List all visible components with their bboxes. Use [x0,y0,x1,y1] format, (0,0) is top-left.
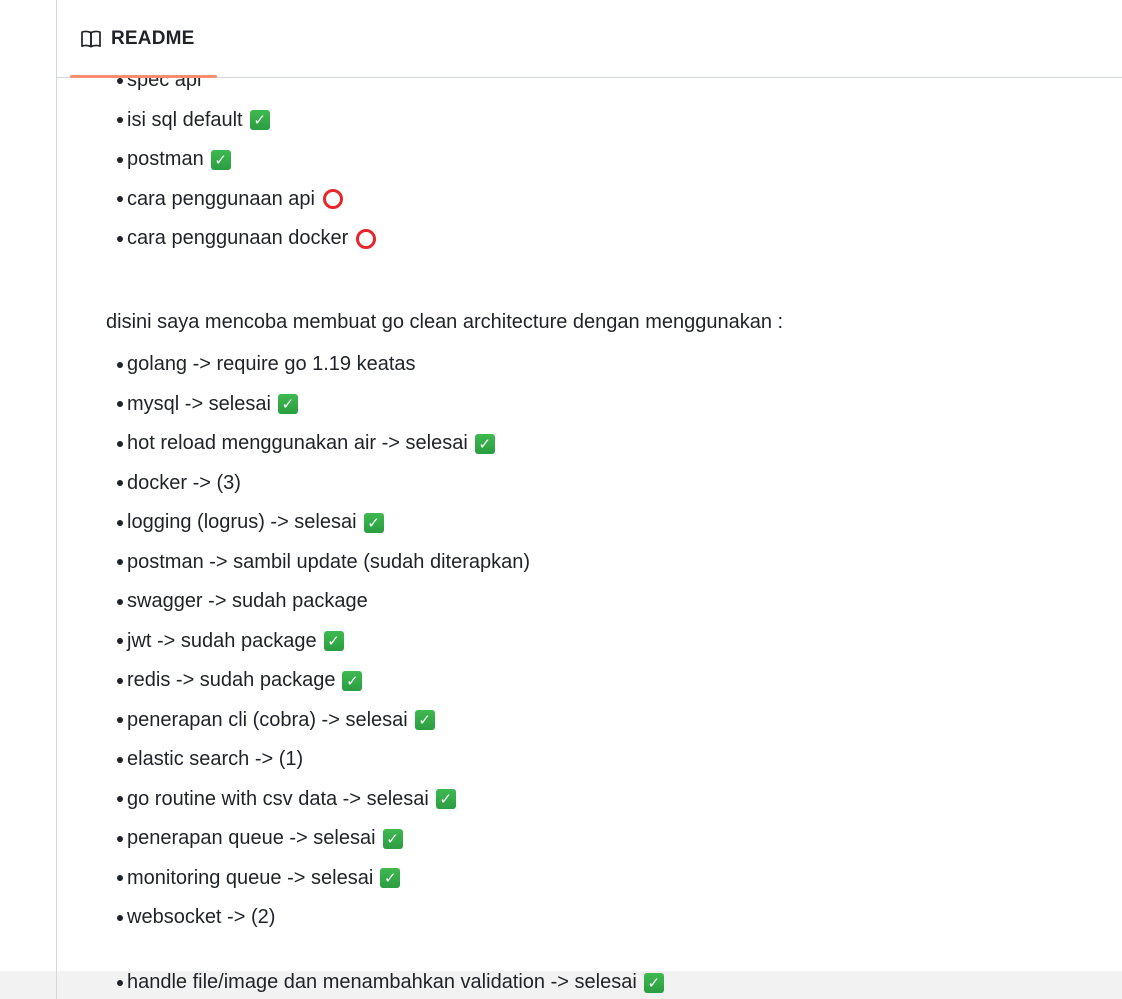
list-item-text: redis -> sudah package [127,669,336,692]
list-item-text: golang -> require go 1.19 keatas [127,353,416,376]
list-item-text: handle file/image dan menambahkan valida… [127,971,637,994]
list-item: golang -> require go 1.19 keatas [116,345,530,385]
book-icon [81,30,101,48]
list-item-text: penerapan queue -> selesai [127,827,376,850]
white-heavy-check-mark-icon: ✓ [643,972,664,993]
list-item-text: postman [127,148,204,171]
list-item: handle file/image dan menambahkan valida… [117,963,664,999]
white-heavy-check-mark-icon: ✓ [435,789,456,810]
list-item: monitoring queue -> selesai ✓ [116,859,530,899]
active-tab-underline [70,75,217,78]
list-item-text: cara penggunaan docker [127,227,349,250]
list-item: elastic search -> (1) [116,740,530,780]
list-item: penerapan queue -> selesai ✓ [116,819,530,859]
white-heavy-check-mark-icon: ✓ [210,149,231,170]
list-item: docker -> (3) [116,464,530,504]
white-heavy-check-mark-icon: ✓ [382,828,403,849]
list-item-text: docker -> (3) [127,471,241,494]
list-item-text: jwt -> sudah package [127,629,317,652]
list-item: websocket -> (2) [116,898,530,938]
list-item: cara penggunaan api [116,180,376,220]
list-item: penerapan cli (cobra) -> selesai ✓ [116,701,530,741]
list-item-text: penerapan cli (cobra) -> selesai [127,708,408,731]
list-item: swagger -> sudah package [116,582,530,622]
readme-page: README spec api isi sql default ✓ postman ✓ c… [0,0,1122,999]
intro-paragraph: disini saya mencoba membuat go clean arc… [106,311,784,333]
white-heavy-check-mark-icon: ✓ [414,710,435,731]
list-item-text: hot reload menggunakan air -> selesai [127,432,468,455]
white-heavy-check-mark-icon: ✓ [363,512,384,533]
list-item: logging (logrus) -> selesai ✓ [116,503,530,543]
readme-tab[interactable]: README [70,0,217,78]
list-item: postman -> sambil update (sudah diterapk… [116,543,531,583]
list-item-text: isi sql default [127,108,243,131]
white-heavy-check-mark-icon: ✓ [342,670,363,691]
list-item: mysql -> selesai ✓ [116,385,530,425]
list-item-text: go routine with csv data -> selesai [127,787,429,810]
list-item-text: postman -> sambil update (sudah diterapk… [127,550,531,573]
list-item-text: cara penggunaan api [127,187,315,210]
list-item: isi sql default ✓ [116,101,376,141]
white-heavy-check-mark-icon: ✓ [249,110,270,131]
list-item-text: elastic search -> (1) [127,748,304,771]
list-item: jwt -> sudah package ✓ [116,622,530,662]
red-hollow-circle-icon [322,189,343,210]
list-item: postman ✓ [116,140,376,180]
white-heavy-check-mark-icon: ✓ [323,631,344,652]
list-item-text: websocket -> (2) [127,906,276,929]
readme-content: spec api isi sql default ✓ postman ✓ cara pen… [57,0,1122,999]
list-item: hot reload menggunakan air -> selesai ✓ [116,424,530,464]
white-heavy-check-mark-icon: ✓ [380,868,401,889]
list-item-text: swagger -> sudah package [127,590,368,613]
todo-list: spec api isi sql default ✓ postman ✓ cara pen… [116,61,377,259]
readme-tab-label: README [111,27,195,49]
readme-header: README [57,0,1122,78]
list-item: cara penggunaan docker [116,219,377,259]
list-item-text: mysql -> selesai [127,392,271,415]
red-hollow-circle-icon [356,228,377,249]
feature-list: golang -> require go 1.19 keatas mysql ->… [116,345,531,938]
bottom-bar-edge [56,971,57,999]
list-item-text: logging (logrus) -> selesai [127,511,357,534]
list-item: redis -> sudah package ✓ [116,661,530,701]
list-item-text: monitoring queue -> selesai [127,866,374,889]
white-heavy-check-mark-icon: ✓ [277,394,298,415]
list-item: go routine with csv data -> selesai ✓ [116,780,530,820]
white-heavy-check-mark-icon: ✓ [474,433,495,454]
